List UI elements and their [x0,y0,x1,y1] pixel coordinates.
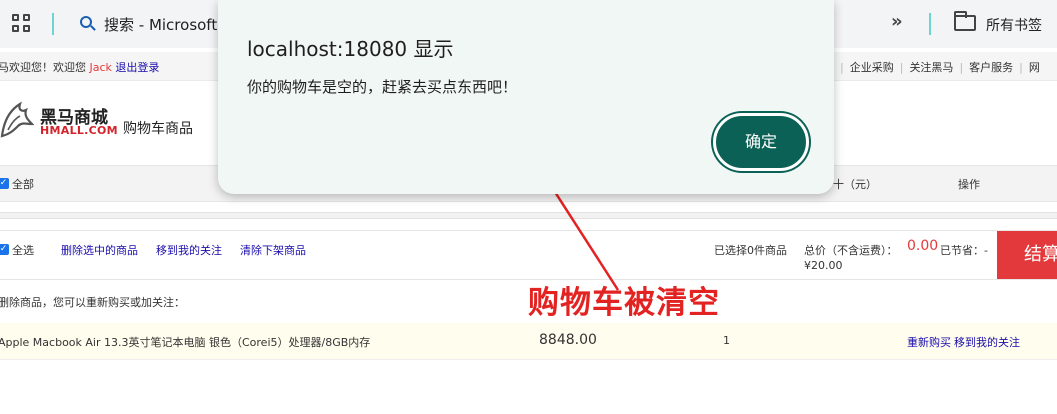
annotation-text: 购物车被清空 [528,285,720,321]
alert-dialog: localhost:18080 显示 你的购物车是空的，赶紧去买点东西吧！ 确定 [218,0,834,194]
dialog-message: 你的购物车是空的，赶紧去买点东西吧！ [247,78,518,96]
dialog-title: localhost:18080 显示 [247,37,454,61]
ok-button[interactable]: 确定 [713,113,809,171]
